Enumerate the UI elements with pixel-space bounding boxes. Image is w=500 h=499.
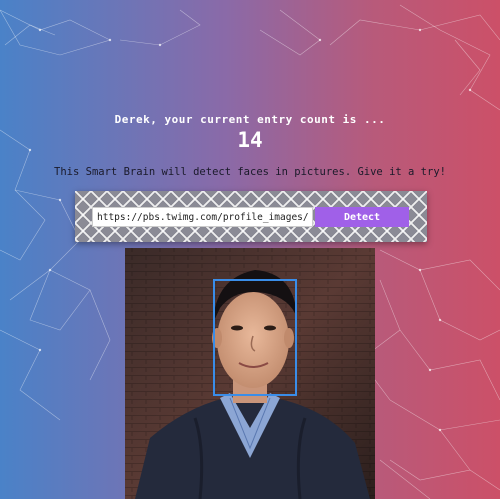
image-url-input[interactable] [92, 207, 313, 227]
image-link-form: Detect [75, 191, 427, 242]
app-tagline: This Smart Brain will detect faces in pi… [54, 166, 446, 178]
entry-count-value: 14 [237, 128, 263, 152]
face-detection-image [125, 248, 375, 499]
entry-count-greeting: Derek, your current entry count is ... [114, 113, 386, 126]
face-bounding-box [213, 279, 297, 396]
detect-button[interactable]: Detect [315, 207, 409, 227]
